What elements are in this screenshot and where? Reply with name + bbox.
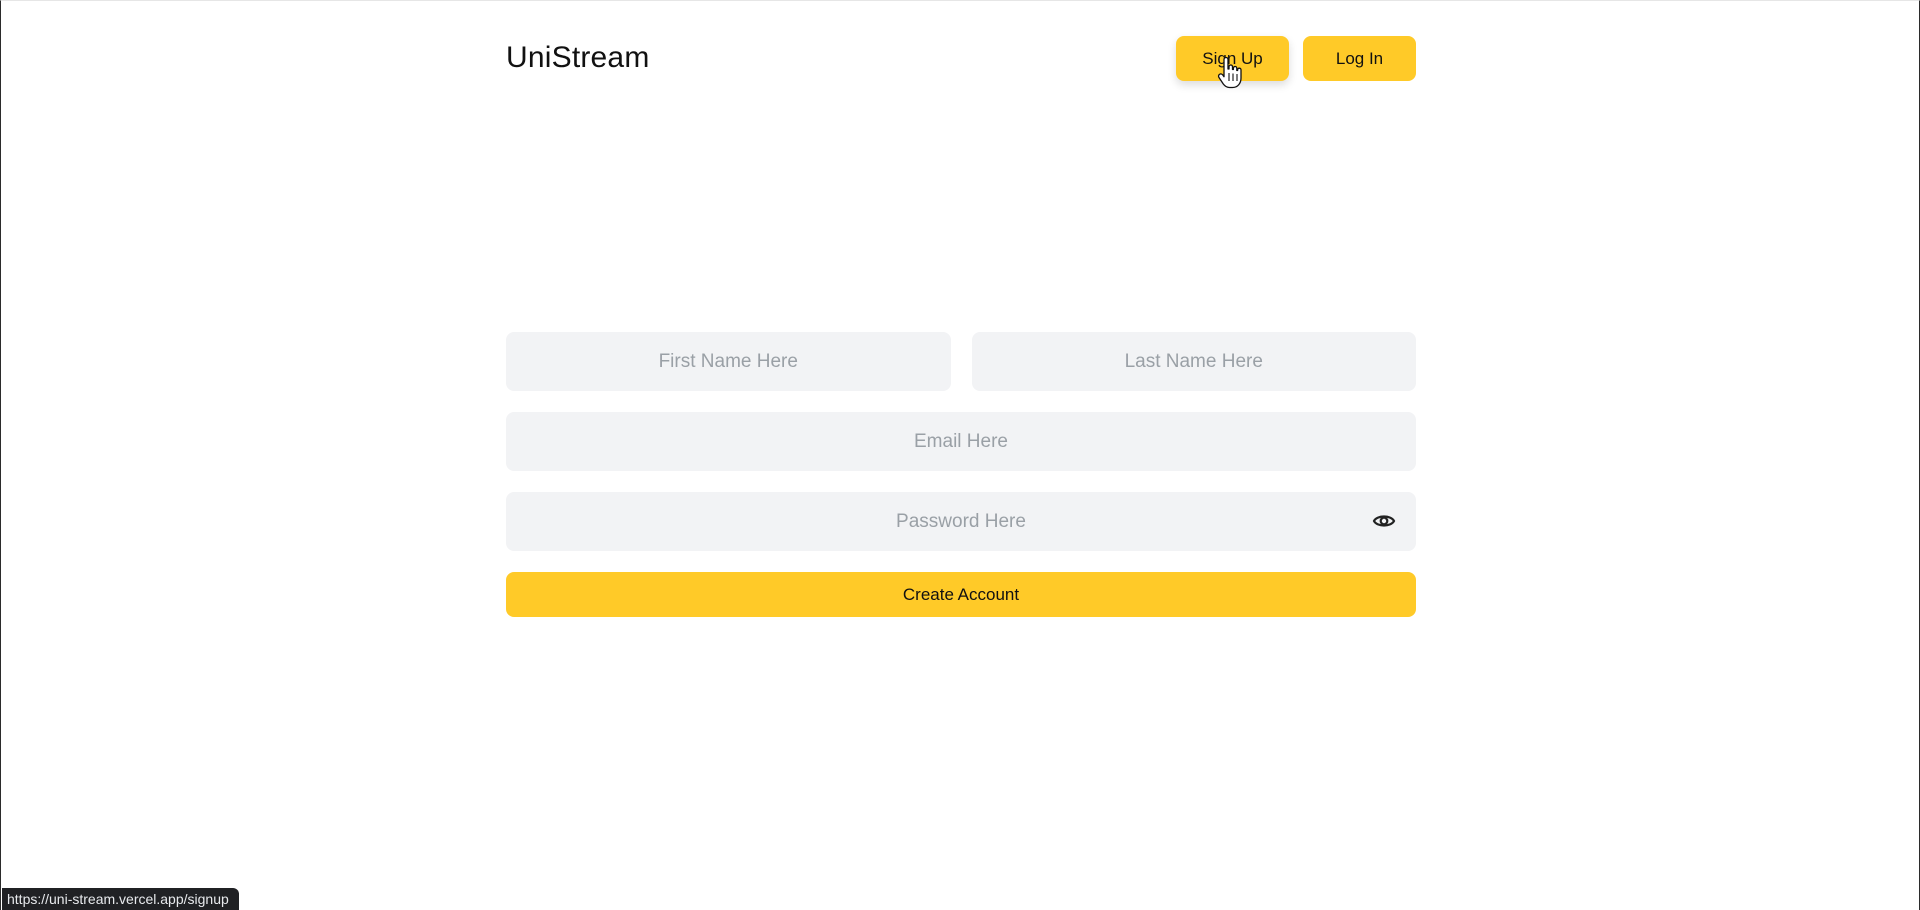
password-input[interactable]: [506, 492, 1416, 551]
password-field-wrapper: [506, 492, 1416, 551]
first-name-input[interactable]: [506, 332, 951, 391]
first-name-field-wrapper: [506, 332, 951, 391]
password-row: [506, 492, 1416, 551]
name-row: [506, 332, 1416, 391]
eye-icon[interactable]: [1372, 510, 1396, 532]
signup-form: Create Account: [506, 332, 1416, 617]
status-bar-url: https://uni-stream.vercel.app/signup: [2, 888, 239, 910]
email-input[interactable]: [506, 412, 1416, 471]
login-button[interactable]: Log In: [1303, 36, 1416, 81]
email-field-wrapper: [506, 412, 1416, 471]
create-account-button[interactable]: Create Account: [506, 572, 1416, 617]
page: UniStream Sign Up Log In First Name Here…: [0, 0, 1920, 910]
last-name-input[interactable]: [971, 332, 1416, 391]
last-name-field-wrapper: [971, 332, 1416, 391]
site-header: UniStream Sign Up Log In: [506, 1, 1416, 119]
signup-button[interactable]: Sign Up: [1176, 36, 1289, 81]
email-row: [506, 412, 1416, 471]
brand-logo[interactable]: UniStream: [506, 41, 650, 75]
